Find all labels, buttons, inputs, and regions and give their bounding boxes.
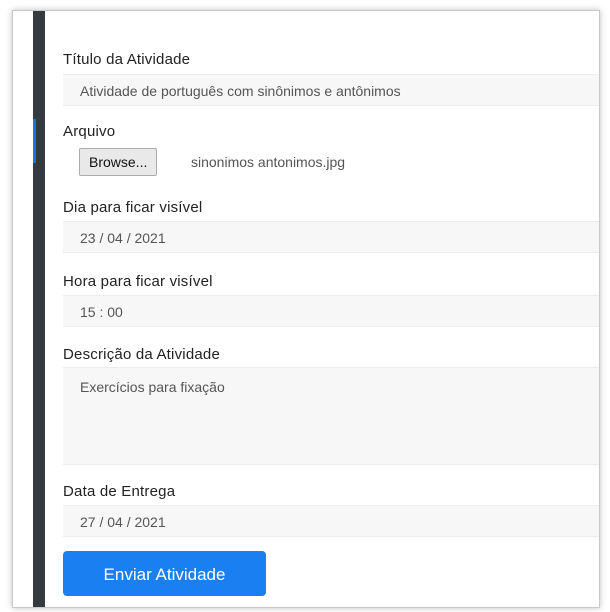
due-date-label: Data de Entrega (63, 483, 176, 500)
title-input-value: Atividade de português com sinônimos e a… (80, 83, 401, 99)
title-label: Título da Atividade (63, 51, 191, 68)
file-input[interactable]: Browse... sinonimos antonimos.jpg (63, 146, 599, 180)
file-label: Arquivo (63, 123, 116, 140)
sidebar (33, 11, 45, 607)
submit-activity-button[interactable]: Enviar Atividade (63, 551, 266, 596)
visible-date-input[interactable]: 23 / 04 / 2021 (63, 221, 599, 253)
browse-button[interactable]: Browse... (79, 148, 158, 176)
title-input[interactable]: Atividade de português com sinônimos e a… (63, 74, 599, 106)
visible-time-input[interactable]: 15 : 00 (63, 295, 599, 327)
screenshot-frame: Título da Atividade Atividade de portugu… (12, 10, 600, 608)
due-date-input[interactable]: 27 / 04 / 2021 (63, 505, 599, 537)
sidebar-active-marker (33, 119, 36, 163)
visible-time-value: 15 : 00 (80, 304, 123, 320)
selected-file-name: sinonimos antonimos.jpg (191, 154, 346, 170)
visible-date-value: 23 / 04 / 2021 (80, 230, 166, 246)
description-value: Exercícios para fixação (80, 379, 225, 395)
description-textarea[interactable]: Exercícios para fixação (63, 367, 599, 465)
visible-time-label: Hora para ficar visível (63, 273, 213, 290)
description-label: Descrição da Atividade (63, 346, 220, 363)
due-date-value: 27 / 04 / 2021 (80, 514, 166, 530)
visible-date-label: Dia para ficar visível (63, 199, 203, 216)
